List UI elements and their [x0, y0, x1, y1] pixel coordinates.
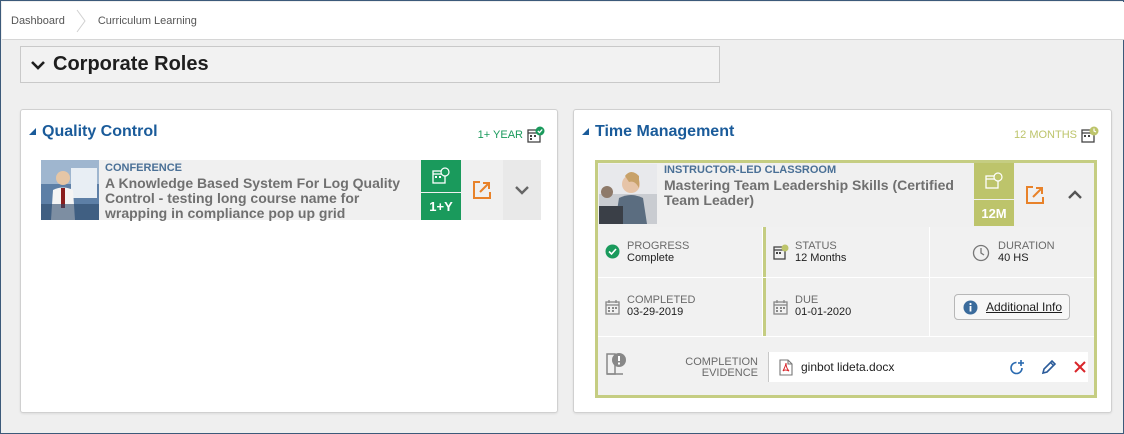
breadcrumb-dashboard[interactable]: Dashboard — [2, 2, 75, 40]
status-cell: STATUS 12 Months — [763, 227, 929, 277]
status-value: 12 Months — [795, 252, 847, 264]
additional-info-button[interactable]: Additional Info — [954, 294, 1070, 320]
duration-cell: DURATION 40 HS — [930, 227, 1094, 277]
external-link-icon — [473, 181, 491, 199]
time-management-panel: Time Management 12 MONTHS INSTRUCTOR-LED… — [573, 109, 1112, 413]
collapse-course-button[interactable] — [1056, 163, 1094, 227]
check-circle-icon — [605, 244, 620, 259]
open-course-button[interactable] — [1015, 163, 1055, 227]
edit-pencil-icon[interactable] — [1041, 359, 1057, 375]
open-course-button[interactable] — [462, 160, 502, 220]
due-cell: DUE 01-01-2020 — [763, 278, 929, 336]
duration-badge: 12M — [974, 200, 1014, 226]
calendar-icon — [432, 167, 450, 184]
progress-cell: PROGRESS Complete — [598, 227, 762, 277]
duration-label: DURATION — [998, 240, 1055, 252]
corporate-roles-header[interactable]: Corporate Roles — [20, 46, 720, 83]
collapse-triangle-icon — [29, 128, 36, 135]
breadcrumb: Dashboard Curriculum Learning — [2, 2, 1124, 40]
course-thumbnail — [599, 164, 657, 224]
evidence-file-name[interactable]: ginbot lideta.docx — [801, 360, 894, 374]
quality-duration-text: 1+ YEAR — [477, 129, 523, 141]
course-type: CONFERENCE — [105, 162, 183, 174]
quality-control-header[interactable]: Quality Control — [29, 123, 158, 141]
progress-label: PROGRESS — [627, 240, 690, 252]
course-thumbnail — [41, 160, 99, 220]
due-value: 01-01-2020 — [795, 306, 852, 318]
duration-badge: 1+Y — [421, 193, 461, 220]
calendar-check-icon — [527, 126, 545, 143]
calendar-clock-icon — [1081, 126, 1099, 143]
expand-course-button[interactable] — [503, 160, 541, 220]
completion-evidence-label: COMPLETION EVIDENCE — [658, 357, 758, 379]
external-link-icon — [1026, 186, 1044, 204]
additional-info-label: Additional Info — [986, 300, 1063, 314]
evidence-file-row: ginbot lideta.docx — [768, 352, 1088, 382]
refresh-add-icon[interactable] — [1009, 359, 1025, 375]
time-duration-badge: 12 MONTHS — [1014, 126, 1099, 144]
course-type: INSTRUCTOR-LED CLASSROOM — [664, 164, 837, 176]
duration-value: 40 HS — [998, 252, 1029, 264]
chevron-down-icon — [31, 60, 45, 70]
calendar-badge — [421, 160, 461, 192]
evidence-label-line2: EVIDENCE — [701, 367, 758, 379]
time-management-header[interactable]: Time Management — [582, 123, 734, 141]
quality-control-title: Quality Control — [42, 123, 158, 140]
time-duration-text: 12 MONTHS — [1014, 129, 1077, 141]
pdf-file-icon — [779, 358, 793, 376]
calendar-badge — [974, 163, 1014, 199]
calendar-clock-icon — [773, 244, 789, 260]
collapse-triangle-icon — [582, 128, 589, 135]
app-frame: Dashboard Curriculum Learning Corporate … — [0, 0, 1124, 434]
completed-label: COMPLETED — [627, 294, 696, 306]
chevron-down-icon — [515, 186, 529, 195]
calendar-clock-icon — [985, 172, 1003, 189]
status-label: STATUS — [795, 240, 837, 252]
calendar-icon — [773, 300, 788, 315]
time-management-title: Time Management — [595, 123, 735, 140]
quality-duration-badge: 1+ YEAR — [478, 126, 545, 144]
delete-x-icon[interactable] — [1073, 360, 1087, 374]
course-name[interactable]: A Knowledge Based System For Log Quality… — [105, 176, 419, 221]
evidence-alert-icon — [606, 353, 626, 375]
chevron-up-icon — [1068, 190, 1082, 199]
breadcrumb-separator-icon — [75, 2, 89, 40]
time-course-detail: INSTRUCTOR-LED CLASSROOM Mastering Team … — [595, 160, 1097, 398]
clock-icon — [972, 244, 990, 262]
course-name[interactable]: Mastering Team Leadership Skills (Certif… — [664, 178, 970, 208]
quality-control-panel: Quality Control 1+ YEAR CONFERENCE A Kno… — [20, 109, 558, 413]
info-icon — [963, 300, 978, 314]
calendar-icon — [605, 300, 620, 315]
breadcrumb-curriculum-learning[interactable]: Curriculum Learning — [89, 2, 207, 40]
quality-course-card[interactable]: CONFERENCE A Knowledge Based System For … — [41, 160, 541, 221]
progress-value: Complete — [627, 252, 675, 264]
time-course-card[interactable]: INSTRUCTOR-LED CLASSROOM Mastering Team … — [598, 163, 1094, 227]
corporate-roles-title: Corporate Roles — [53, 53, 209, 75]
due-label: DUE — [795, 294, 819, 306]
completed-cell: COMPLETED 03-29-2019 — [598, 278, 762, 336]
completed-value: 03-29-2019 — [627, 306, 684, 318]
